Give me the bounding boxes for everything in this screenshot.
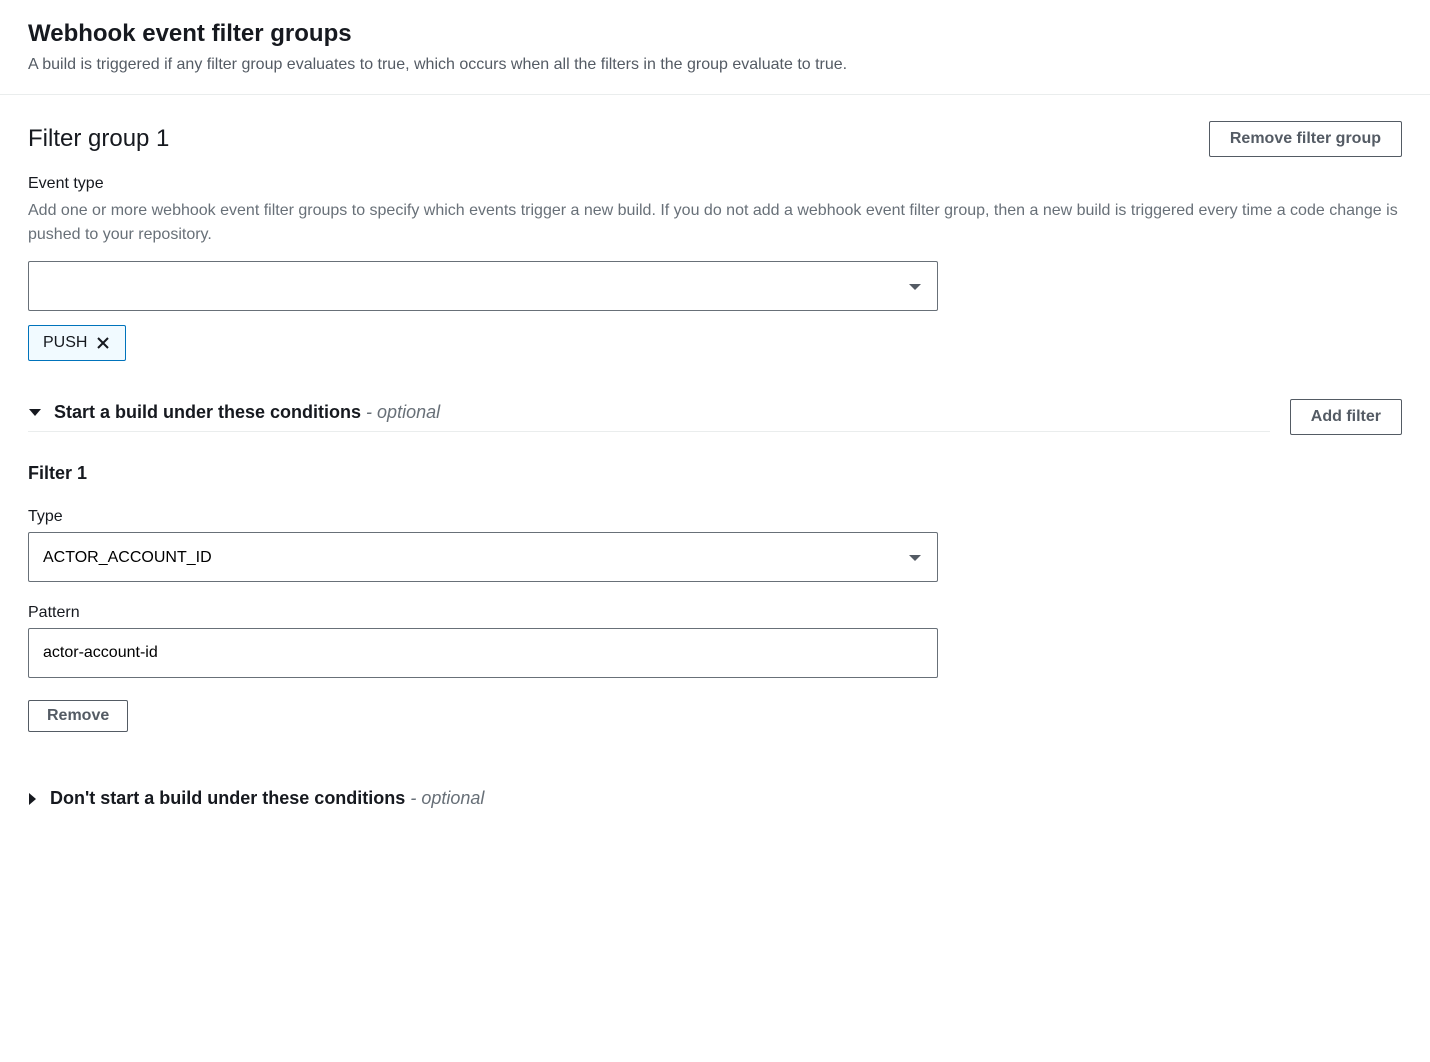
expand-start-conditions-toggle[interactable] <box>28 408 42 418</box>
page-description: A build is triggered if any filter group… <box>28 56 1402 74</box>
event-type-description: Add one or more webhook event filter gro… <box>28 199 1402 247</box>
page-title: Webhook event filter groups <box>28 20 1402 48</box>
add-filter-button[interactable]: Add filter <box>1290 399 1402 435</box>
optional-suffix: - optional <box>366 402 440 422</box>
caret-right-icon <box>28 792 38 806</box>
start-conditions-label: Start a build under these conditions - o… <box>54 402 440 423</box>
filter-group-title: Filter group 1 <box>28 125 169 153</box>
remove-filter-button[interactable]: Remove <box>28 700 128 732</box>
event-type-select[interactable] <box>28 261 938 311</box>
section-divider <box>0 94 1430 95</box>
filter-type-label: Type <box>28 508 1402 526</box>
caret-down-icon <box>28 408 42 418</box>
filter-heading: Filter 1 <box>28 463 1402 484</box>
pattern-input[interactable] <box>28 628 938 678</box>
dont-start-conditions-label: Don't start a build under these conditio… <box>50 788 484 809</box>
optional-suffix: - optional <box>410 788 484 808</box>
pattern-label: Pattern <box>28 604 1402 622</box>
close-icon[interactable] <box>95 335 111 351</box>
event-type-token[interactable]: PUSH <box>28 325 126 361</box>
event-type-token-label: PUSH <box>43 334 87 352</box>
remove-filter-group-button[interactable]: Remove filter group <box>1209 121 1402 157</box>
filter-type-select[interactable]: ACTOR_ACCOUNT_ID <box>28 532 938 582</box>
expand-dont-start-conditions-toggle[interactable] <box>28 792 38 806</box>
event-type-label: Event type <box>28 175 1402 193</box>
